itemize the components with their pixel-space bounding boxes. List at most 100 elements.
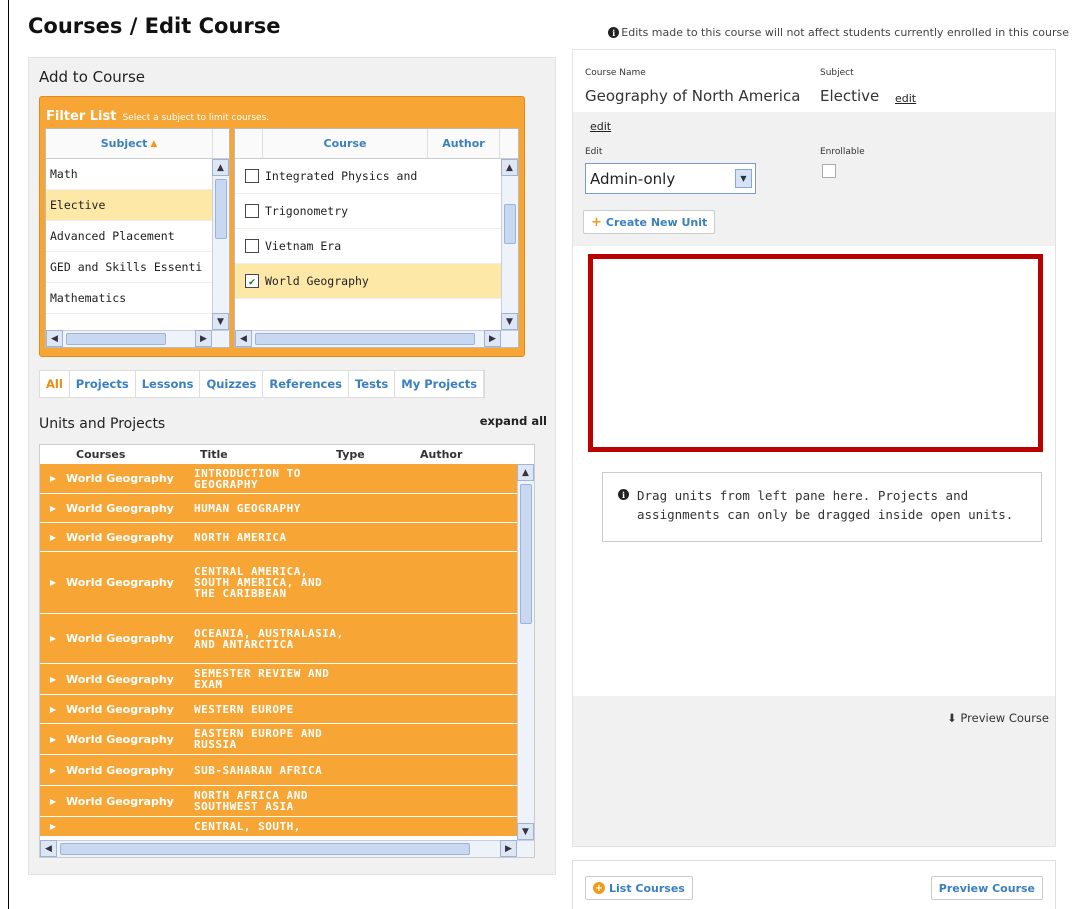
expand-arrow-icon[interactable]: ▶ [40, 474, 66, 483]
scroll-thumb[interactable] [215, 179, 227, 239]
course-column-header[interactable]: Course [263, 129, 428, 158]
unit-row[interactable]: ▶ World Geography CENTRAL AMERICA, SOUTH A… [40, 552, 518, 614]
course-units-drop-area[interactable]: i Drag units from left pane here. Projec… [573, 246, 1055, 696]
expand-arrow-icon[interactable]: ▶ [40, 822, 66, 831]
title-column-header[interactable]: Title [200, 448, 336, 461]
create-new-unit-button[interactable]: + Create New Unit [583, 210, 716, 234]
list-courses-button[interactable]: + List Courses [585, 876, 693, 900]
courses-column-header[interactable]: Courses [76, 448, 200, 461]
scroll-right-icon[interactable]: ▶ [484, 330, 501, 347]
preview-course-link[interactable]: ⬇ Preview Course [947, 711, 1049, 725]
list-courses-label: List Courses [609, 881, 685, 895]
course-horizontal-scrollbar[interactable]: ◀ ▶ [235, 330, 518, 347]
scroll-thumb[interactable] [66, 333, 166, 345]
unit-row[interactable]: ▶ World Geography SUB-SAHARAN AFRICA [40, 755, 518, 786]
unit-row[interactable]: ▶ World Geography NORTH AFRICA AND SOUTHWE… [40, 786, 518, 817]
subject-item[interactable]: Elective [46, 190, 213, 221]
author-column-header[interactable]: Author [420, 448, 500, 461]
scroll-down-icon[interactable]: ▼ [212, 313, 229, 330]
tab-lessons[interactable]: Lessons [136, 371, 201, 397]
units-horizontal-scrollbar[interactable]: ◀ ▶ [40, 840, 534, 857]
unit-course: World Geography [66, 732, 174, 746]
edit-notice-text: Edits made to this course will not affec… [621, 26, 1069, 39]
highlighted-drop-zone[interactable] [588, 254, 1043, 452]
type-column-header[interactable]: Type [336, 448, 420, 461]
scroll-right-icon[interactable]: ▶ [195, 330, 212, 347]
course-item[interactable]: Trigonometry [235, 194, 502, 229]
unit-row[interactable]: ▶ World Geography WESTERN EUROPE [40, 695, 518, 724]
preview-course-button[interactable]: Preview Course [930, 876, 1043, 900]
scroll-left-icon[interactable]: ◀ [46, 330, 63, 347]
preview-course-label: Preview Course [938, 881, 1035, 895]
scroll-left-icon[interactable]: ◀ [235, 330, 252, 347]
course-item[interactable]: Integrated Physics and [235, 159, 502, 194]
tab-my-projects[interactable]: My Projects [395, 371, 485, 397]
expand-arrow-icon[interactable]: ▶ [40, 766, 66, 775]
unit-title: WESTERN EUROPE [194, 702, 294, 716]
edit-subject-link[interactable]: edit [895, 92, 916, 105]
units-vertical-scrollbar[interactable]: ▲ ▼ [517, 464, 534, 840]
subject-item[interactable]: GED and Skills Essenti [46, 252, 213, 283]
subject-item[interactable]: Mathematics [46, 283, 213, 314]
scroll-down-icon[interactable]: ▼ [501, 313, 518, 330]
unit-title: OCEANIA, AUSTRALASIA, AND ANTARCTICA [194, 626, 344, 651]
filter-title-label: Filter List [46, 109, 117, 124]
enrollable-checkbox[interactable] [822, 164, 836, 178]
expand-arrow-icon[interactable]: ▶ [40, 735, 66, 744]
tab-all[interactable]: All [40, 371, 70, 397]
scroll-left-icon[interactable]: ◀ [40, 840, 57, 857]
tab-tests[interactable]: Tests [349, 371, 396, 397]
author-column-header[interactable]: Author [428, 129, 500, 158]
expand-all-link[interactable]: expand all [480, 414, 547, 428]
expand-arrow-icon[interactable]: ▶ [40, 705, 66, 714]
unit-row[interactable]: ▶ CENTRAL, SOUTH, [40, 817, 518, 837]
unit-row[interactable]: ▶ World Geography INTRODUCTION TO GEOGRAPH… [40, 464, 518, 494]
chevron-down-icon[interactable]: ▼ [735, 169, 752, 188]
tab-references[interactable]: References [263, 371, 349, 397]
tab-projects[interactable]: Projects [70, 371, 136, 397]
course-name: Geography of North America [585, 87, 801, 105]
subject-item[interactable]: Advanced Placement [46, 221, 213, 252]
unit-row[interactable]: ▶ World Geography NORTH AMERICA [40, 523, 518, 552]
scroll-thumb[interactable] [255, 333, 475, 345]
course-checkbox[interactable] [245, 204, 259, 218]
subject-horizontal-scrollbar[interactable]: ◀ ▶ [46, 330, 229, 347]
subject-item-label: Advanced Placement [50, 229, 175, 243]
unit-row[interactable]: ▶ World Geography EASTERN EUROPE AND RUSSI… [40, 724, 518, 755]
edit-permission-select[interactable]: Admin-only ▼ [585, 163, 756, 194]
expand-arrow-icon[interactable]: ▶ [40, 533, 66, 542]
expand-arrow-icon[interactable]: ▶ [40, 675, 66, 684]
unit-row[interactable]: ▶ World Geography HUMAN GEOGRAPHY [40, 494, 518, 523]
expand-arrow-icon[interactable]: ▶ [40, 504, 66, 513]
expand-arrow-icon[interactable]: ▶ [40, 578, 66, 587]
scroll-thumb[interactable] [60, 843, 470, 855]
scroll-thumb[interactable] [504, 204, 516, 244]
unit-row[interactable]: ▶ World Geography SEMESTER REVIEW AND EXAM [40, 664, 518, 695]
unit-row[interactable]: ▶ World Geography OCEANIA, AUSTRALASIA, AN… [40, 614, 518, 664]
scroll-thumb[interactable] [520, 484, 532, 624]
unit-course: World Geography [66, 472, 174, 485]
course-item[interactable]: Vietnam Era [235, 229, 502, 264]
checked-checkbox[interactable]: ✔ [245, 274, 259, 288]
info-icon: i [618, 489, 629, 500]
scroll-up-icon[interactable]: ▲ [517, 464, 534, 481]
subject-vertical-scrollbar[interactable]: ▲ ▼ [212, 159, 229, 330]
subject-item[interactable]: Math [46, 159, 213, 190]
expand-arrow-icon[interactable]: ▶ [40, 797, 66, 806]
scroll-right-icon[interactable]: ▶ [500, 840, 517, 857]
add-to-course-panel: Add to Course Filter List Select a subjec… [28, 57, 556, 875]
unit-title: NORTH AMERICA [194, 530, 287, 544]
scroll-up-icon[interactable]: ▲ [212, 159, 229, 176]
expand-arrow-icon[interactable]: ▶ [40, 634, 66, 643]
tab-quizzes[interactable]: Quizzes [200, 371, 264, 397]
course-checkbox[interactable] [245, 239, 259, 253]
course-item[interactable]: ✔ World Geography [235, 264, 502, 299]
scroll-up-icon[interactable]: ▲ [501, 159, 518, 176]
scroll-down-icon[interactable]: ▼ [517, 823, 534, 840]
course-vertical-scrollbar[interactable]: ▲ ▼ [501, 159, 518, 330]
unit-title: EASTERN EUROPE AND RUSSIA [194, 727, 323, 751]
subject-item-label: GED and Skills Essenti [50, 260, 203, 274]
course-checkbox[interactable] [245, 169, 259, 183]
subject-column-header[interactable]: Subject ▲ [46, 129, 213, 158]
edit-course-name-link[interactable]: edit [590, 120, 611, 133]
